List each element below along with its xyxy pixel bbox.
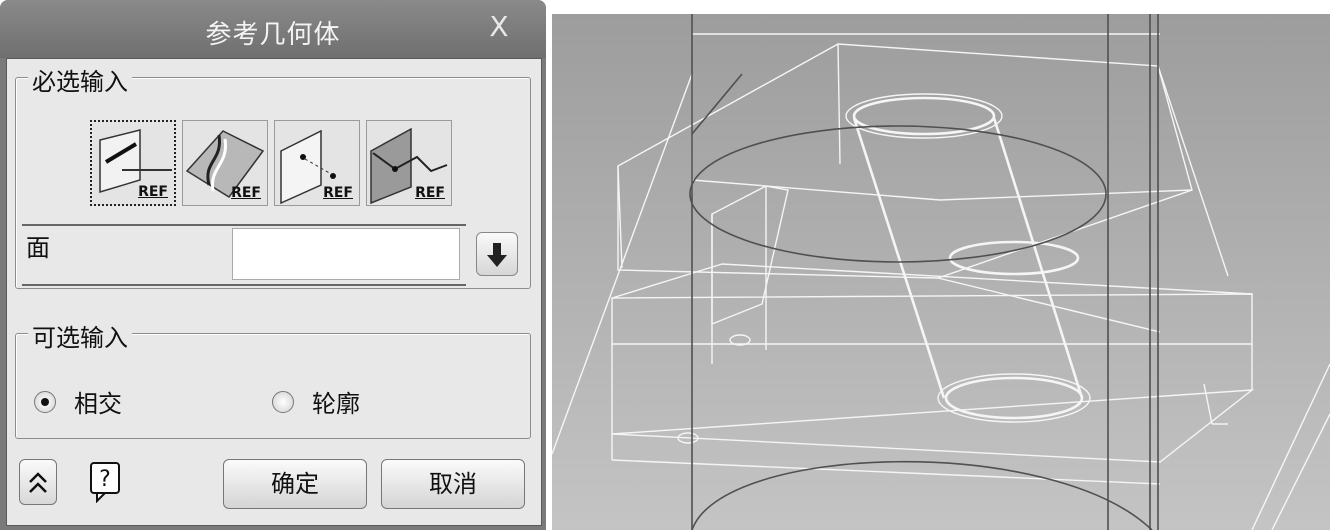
- face-label: 面: [26, 234, 50, 262]
- cancel-button[interactable]: 取消: [381, 459, 525, 509]
- arrow-down-icon: [487, 243, 507, 267]
- intersect-radio[interactable]: [34, 390, 56, 413]
- selection-list-border: [22, 224, 466, 226]
- ok-button[interactable]: 确定: [223, 459, 367, 509]
- optional-input-title: 可选输入: [28, 318, 132, 353]
- help-glyph: ?: [99, 467, 111, 492]
- outline-radio-option[interactable]: 轮廓: [272, 384, 360, 419]
- ref-tag: REF: [415, 185, 445, 201]
- help-button[interactable]: ?: [85, 459, 123, 505]
- collapse-button[interactable]: [19, 459, 57, 505]
- reference-geometry-dialog: 参考几何体 X 必选输入 REF REF REF REF 面 可选输入 相交 轮…: [0, 0, 546, 530]
- help-icon: ?: [90, 462, 120, 504]
- dialog-client-area: 必选输入 REF REF REF REF 面 可选输入 相交 轮廓 ? 确定 取…: [6, 58, 542, 526]
- wireframe-model: [552, 14, 1330, 530]
- intersect-label: 相交: [74, 390, 122, 418]
- 3d-model-viewport[interactable]: [552, 14, 1330, 530]
- ref-tag: REF: [323, 185, 353, 201]
- double-chevron-up-icon: [29, 472, 47, 493]
- outline-radio[interactable]: [272, 390, 294, 413]
- move-down-button[interactable]: [476, 232, 518, 276]
- outline-label: 轮廓: [312, 390, 360, 418]
- optional-input-group: 可选输入 相交 轮廓: [15, 318, 531, 439]
- dialog-title: 参考几何体: [205, 20, 341, 50]
- plane-point-reference-button[interactable]: REF: [274, 120, 360, 206]
- surface-reference-button[interactable]: REF: [182, 120, 268, 206]
- ref-tag: REF: [138, 184, 168, 200]
- face-selection-field[interactable]: [232, 228, 460, 280]
- plane-curve-reference-button[interactable]: REF: [366, 120, 452, 206]
- dialog-titlebar[interactable]: 参考几何体 X: [0, 0, 546, 58]
- intersect-radio-option[interactable]: 相交: [34, 384, 122, 419]
- selection-list-border: [22, 284, 466, 286]
- required-input-title: 必选输入: [28, 62, 132, 97]
- edge-reference-button[interactable]: REF: [90, 120, 176, 206]
- ref-tag: REF: [231, 185, 261, 201]
- close-icon[interactable]: X: [482, 10, 516, 44]
- required-input-group: 必选输入 REF REF REF REF 面: [15, 62, 531, 289]
